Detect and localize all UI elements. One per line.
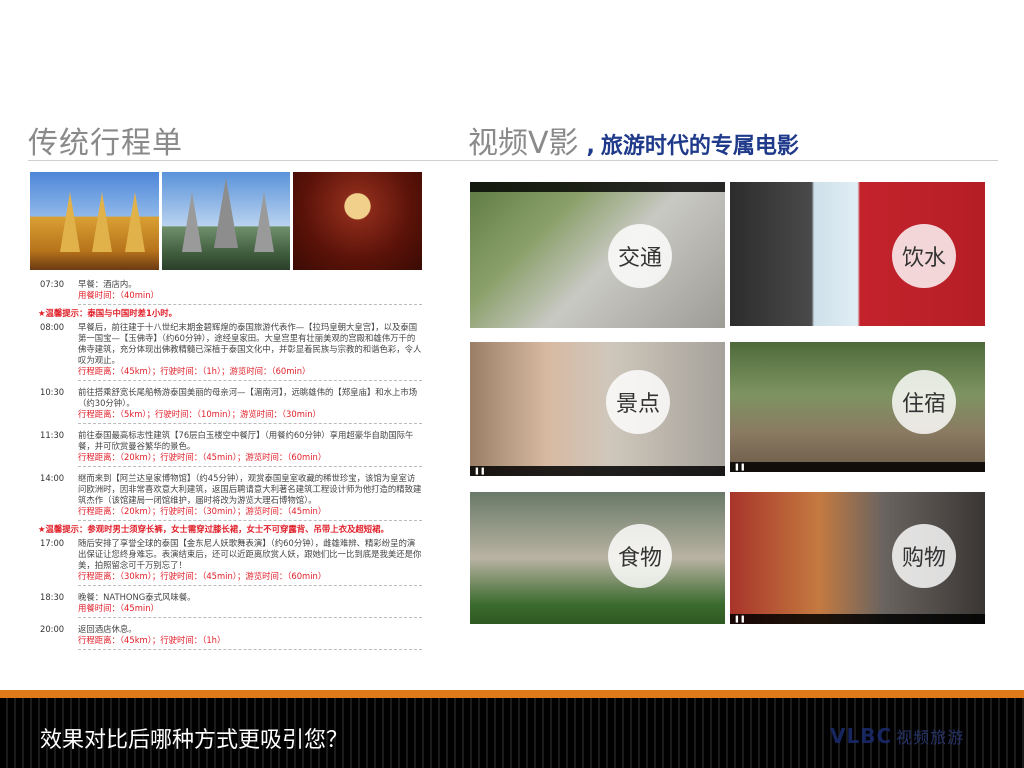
itinerary-meta: 行程距离：（45km）；行驶时间：（1h）；游览时间：（60min） — [78, 366, 311, 376]
video-control-bar: ❚❚ — [470, 466, 725, 476]
itinerary-row: 08:00 早餐后，前往建于十八世纪末期金碧辉煌的泰国旅游代表作—【拉玛皇朝大皇宫… — [40, 319, 422, 384]
footer-question: 效果对比后哪种方式更吸引您？ — [40, 728, 349, 753]
grand-palace-photo — [30, 172, 159, 270]
itinerary-body: 前往泰国最高标志性建筑【76层白玉楼空中餐厅】（用餐约60分钟）享用超豪华自助国… — [78, 430, 422, 467]
itinerary-row: 20:00 返回酒店休息。 行程距离：（45km）；行驶时间：（1h） — [40, 621, 422, 653]
itinerary-meta: 行程距离：（5km）；行驶时间：（10min）；游览时间：（30min） — [78, 409, 321, 419]
itinerary-row: 17:00 随后安排了享誉全球的泰国【金东尼人妖歌舞表演】（约60分钟），雌雄难辨… — [40, 535, 422, 589]
itinerary-time: 20:00 — [40, 624, 65, 634]
itinerary-description: 前往搭乘舒宽长尾船畅游泰国美丽的母亲河—【湄南河】，远眺雄伟的【郑皇庙】和水上市… — [78, 387, 418, 408]
itinerary-body: 继而来到【阿兰达皇家博物馆】（约45分钟），观赏泰国皇室收藏的稀世珍宝，该馆为皇… — [78, 473, 422, 521]
pause-icon[interactable]: ❚❚ — [474, 467, 486, 475]
itinerary-meta: 行程距离：（45km）；行驶时间：（1h） — [78, 635, 226, 645]
itinerary-description: 早餐后，前往建于十八世纪末期金碧辉煌的泰国旅游代表作—【拉玛皇朝大皇宫】，以及泰… — [78, 322, 422, 365]
video-header-bar — [470, 182, 725, 192]
itinerary-description: 返回酒店休息。 — [78, 624, 137, 634]
itinerary-row: 18:30 晚餐：NATHONG泰式风味餐。 用餐时间：（45min） — [40, 589, 422, 621]
itinerary-row: 07:30 早餐：酒店内。 用餐时间：（40min） — [40, 276, 422, 308]
itinerary-meta: 行程距离：（20km）；行驶时间：（45min）；游览时间：（60min） — [78, 452, 327, 462]
itinerary-time: 07:30 — [40, 279, 65, 289]
itinerary-body: 返回酒店休息。 行程距离：（45km）；行驶时间：（1h） — [78, 624, 422, 650]
video-tile-water[interactable]: 饮水 — [730, 182, 985, 326]
itinerary-body: 晚餐：NATHONG泰式风味餐。 用餐时间：（45min） — [78, 592, 422, 618]
itinerary-description: 随后安排了享誉全球的泰国【金东尼人妖歌舞表演】（约60分钟），雌雄难辨、精彩纷呈… — [78, 538, 422, 570]
video-grid: 交通 饮水 景点 ❚❚ 住宿 ❚❚ 食物 购物 ❚❚ — [470, 180, 1002, 624]
itinerary-time: 14:00 — [40, 473, 65, 483]
tile-label-shopping: 购物 — [892, 524, 956, 588]
footer-accent-stripe — [0, 690, 1024, 698]
itinerary-photos — [30, 172, 423, 270]
itinerary-row: 14:00 继而来到【阿兰达皇家博物馆】（约45分钟），观赏泰国皇室收藏的稀世珍宝… — [40, 470, 422, 524]
itinerary-time: 11:30 — [40, 430, 65, 440]
tile-label-attractions: 景点 — [606, 370, 670, 434]
itinerary-list: 07:30 早餐：酒店内。 用餐时间：（40min） ★温馨提示：泰国与中国时差1小时… — [38, 276, 422, 653]
itinerary-description: 早餐：酒店内。 — [78, 279, 137, 289]
video-tile-attractions[interactable]: 景点 ❚❚ — [470, 342, 725, 476]
pause-icon[interactable]: ❚❚ — [734, 463, 746, 471]
video-control-bar: ❚❚ — [730, 462, 985, 472]
video-title-separator: , — [586, 134, 595, 159]
video-tile-food[interactable]: 食物 — [470, 492, 725, 624]
video-title: 视频V影 , 旅游时代的专属电影 — [468, 118, 799, 162]
brand-logo: VLBC 视频旅游 — [830, 724, 964, 748]
itinerary-row: 11:30 前往泰国最高标志性建筑【76层白玉楼空中餐厅】（用餐约60分钟）享用超… — [40, 427, 422, 470]
video-control-bar: ❚❚ — [730, 614, 985, 624]
itinerary-body: 前往搭乘舒宽长尾船畅游泰国美丽的母亲河—【湄南河】，远眺雄伟的【郑皇庙】和水上市… — [78, 387, 422, 424]
wat-arun-photo — [161, 172, 291, 270]
brand-logo-text: VLBC — [830, 724, 893, 748]
itinerary-meta: 用餐时间：（40min） — [78, 290, 159, 300]
itinerary-description: 继而来到【阿兰达皇家博物馆】（约45分钟），观赏泰国皇室收藏的稀世珍宝，该馆为皇… — [78, 473, 422, 505]
thai-dancer-photo — [293, 172, 423, 270]
video-title-subtitle: 旅游时代的专属电影 — [600, 134, 799, 159]
itinerary-description: 前往泰国最高标志性建筑【76层白玉楼空中餐厅】（用餐约60分钟）享用超豪华自助国… — [78, 430, 414, 451]
itinerary-time: 10:30 — [40, 387, 65, 397]
itinerary-tip: ★温馨提示：参观时男士须穿长裤，女士需穿过膝长裙，女士不可穿露背、吊带上衣及超短… — [38, 524, 389, 534]
tile-label-lodging: 住宿 — [892, 370, 956, 434]
tile-label-transport: 交通 — [608, 224, 672, 288]
traditional-itinerary-title: 传统行程单 — [28, 126, 183, 161]
itinerary-row: 10:30 前往搭乘舒宽长尾船畅游泰国美丽的母亲河—【湄南河】，远眺雄伟的【郑皇庙… — [40, 384, 422, 427]
video-tile-lodging[interactable]: 住宿 ❚❚ — [730, 342, 985, 472]
video-title-main: 视频V影 — [468, 126, 579, 161]
footer-bar: 效果对比后哪种方式更吸引您？ VLBC 视频旅游 — [0, 698, 1024, 768]
itinerary-body: 早餐：酒店内。 用餐时间：（40min） — [78, 279, 422, 305]
itinerary-time: 08:00 — [40, 322, 65, 332]
itinerary-meta: 行程距离：（20km）；行驶时间：（30min）；游览时间：（45min） — [78, 506, 327, 516]
video-tile-transport[interactable]: 交通 — [470, 182, 725, 328]
itinerary-tip: ★温馨提示：泰国与中国时差1小时。 — [38, 308, 177, 318]
video-tile-shopping[interactable]: 购物 ❚❚ — [730, 492, 985, 624]
itinerary-time: 17:00 — [40, 538, 65, 548]
itinerary-time: 18:30 — [40, 592, 65, 602]
title-divider — [28, 160, 998, 161]
itinerary-meta: 用餐时间：（45min） — [78, 603, 159, 613]
tile-label-food: 食物 — [608, 524, 672, 588]
tile-label-water: 饮水 — [892, 224, 956, 288]
brand-logo-tail: 视频旅游 — [896, 728, 965, 747]
itinerary-body: 随后安排了享誉全球的泰国【金东尼人妖歌舞表演】（约60分钟），雌雄难辨、精彩纷呈… — [78, 538, 422, 586]
itinerary-body: 早餐后，前往建于十八世纪末期金碧辉煌的泰国旅游代表作—【拉玛皇朝大皇宫】，以及泰… — [78, 322, 422, 381]
itinerary-description: 晚餐：NATHONG泰式风味餐。 — [78, 592, 196, 602]
itinerary-meta: 行程距离：（30km）；行驶时间：（45min）；游览时间：（60min） — [78, 571, 327, 581]
pause-icon[interactable]: ❚❚ — [734, 615, 746, 623]
